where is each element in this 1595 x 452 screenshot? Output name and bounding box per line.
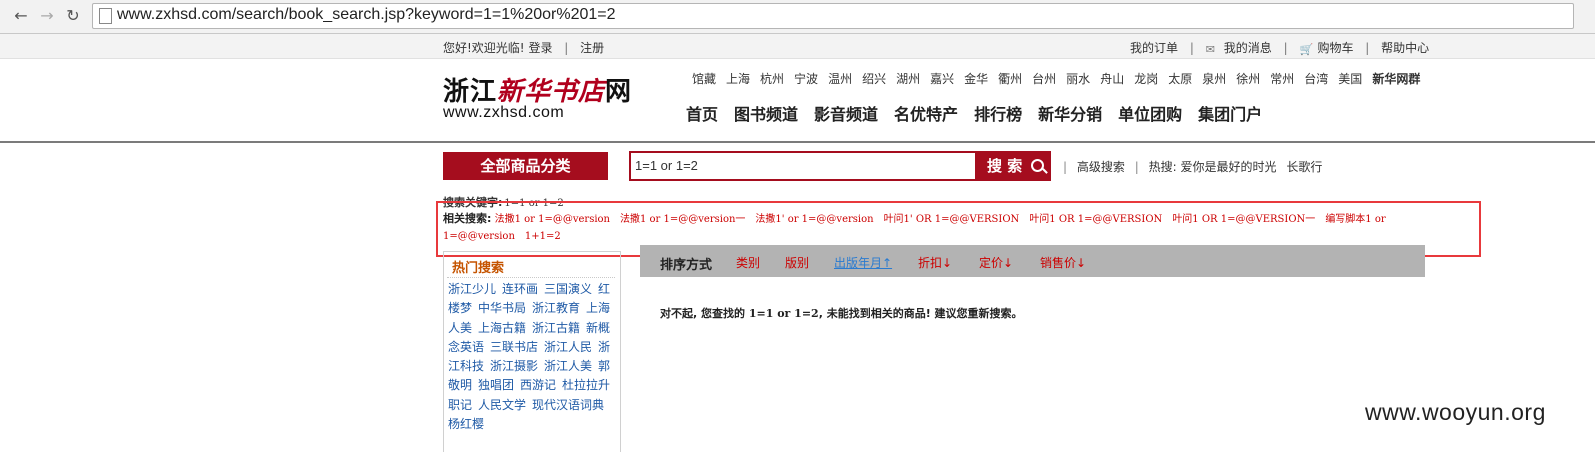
help-center-link[interactable]: 帮助中心 xyxy=(1381,41,1429,55)
nav-item[interactable]: 影音频道 xyxy=(814,105,878,124)
city-link[interactable]: 徐州 xyxy=(1236,72,1260,86)
search-button-label: 搜 索 xyxy=(987,157,1023,175)
sort-publish-date[interactable]: 出版年月↑ xyxy=(834,254,892,271)
hot-search-link[interactable]: 连环画 xyxy=(502,282,538,296)
hot-search-label: 热搜: xyxy=(1148,160,1177,174)
sort-title: 排序方式 xyxy=(660,258,713,273)
city-link[interactable]: 太原 xyxy=(1168,72,1192,86)
nav-item[interactable]: 新华分销 xyxy=(1038,105,1102,124)
hot-search-link[interactable]: 三国演义 xyxy=(544,282,592,296)
separator: | xyxy=(1365,41,1370,55)
separator: | xyxy=(1189,41,1194,55)
hot-search-link[interactable]: 现代汉语词典 xyxy=(532,398,604,412)
greeting-text: 您好!欢迎光临! xyxy=(443,41,525,55)
city-link[interactable]: 美国 xyxy=(1338,72,1362,86)
forward-arrow-icon[interactable]: → xyxy=(36,6,58,26)
hot-search-link[interactable]: 杨红樱 xyxy=(448,417,484,431)
all-categories-button[interactable]: 全部商品分类 xyxy=(443,152,608,180)
city-link[interactable]: 台湾 xyxy=(1304,72,1328,86)
divider xyxy=(447,277,615,278)
hot-search-title: 热门搜索 xyxy=(452,261,505,276)
reload-icon[interactable]: ↻ xyxy=(62,6,84,26)
logo-chinese: 浙江新华书店网 xyxy=(443,77,633,107)
city-link[interactable]: 馆藏 xyxy=(692,72,716,86)
page-icon xyxy=(99,8,112,24)
search-input[interactable]: 1=1 or 1=2 xyxy=(629,151,978,181)
hot-search-panel: 热门搜索 浙江少儿 连环画 三国演义 红楼梦 中华书局 浙江教育 上海人美 上海古籍 浙江古籍新… xyxy=(443,251,621,452)
login-link[interactable]: 登录 xyxy=(528,41,552,55)
hot-search-term[interactable]: 长歌行 xyxy=(1286,160,1322,174)
separator: | xyxy=(1283,41,1288,55)
sort-discount[interactable]: 折扣↓ xyxy=(918,254,952,271)
hot-search-term[interactable]: 爱你是最好的时光 xyxy=(1180,160,1276,174)
main-nav: 首页 图书频道 影音频道 名优特产 排行榜 新华分销 单位团购 集团门户 xyxy=(686,101,1278,125)
hot-search-link[interactable]: 浙江少儿 xyxy=(448,282,496,296)
sort-sale-price[interactable]: 销售价↓ xyxy=(1040,254,1086,271)
city-link[interactable]: 常州 xyxy=(1270,72,1294,86)
sort-category[interactable]: 类别 xyxy=(736,254,760,271)
city-link[interactable]: 嘉兴 xyxy=(930,72,954,86)
city-link[interactable]: 泉州 xyxy=(1202,72,1226,86)
hot-search-link[interactable]: 独唱团 xyxy=(478,378,514,392)
city-link[interactable]: 丽水 xyxy=(1066,72,1090,86)
city-link[interactable]: 湖州 xyxy=(896,72,920,86)
nav-item[interactable]: 图书频道 xyxy=(734,105,798,124)
nav-item[interactable]: 名优特产 xyxy=(894,105,958,124)
hot-search-links: 浙江少儿 连环画 三国演义 红楼梦 中华书局 浙江教育 上海人美 上海古籍 浙江古籍 新概念英语三… xyxy=(448,280,616,434)
city-link[interactable]: 衢州 xyxy=(998,72,1022,86)
city-link[interactable]: 舟山 xyxy=(1100,72,1124,86)
sort-price[interactable]: 定价↓ xyxy=(979,254,1013,271)
watermark: www.wooyun.org xyxy=(1365,399,1546,425)
city-link[interactable]: 龙岗 xyxy=(1134,72,1158,86)
no-result-query: 1=1 or 1=2 xyxy=(748,307,819,320)
city-link[interactable]: 上海 xyxy=(726,72,750,86)
city-link[interactable]: 温州 xyxy=(828,72,852,86)
city-link[interactable]: 金华 xyxy=(964,72,988,86)
city-link[interactable]: 台州 xyxy=(1032,72,1056,86)
hot-search-link[interactable]: 西游记 xyxy=(520,378,556,392)
search-extras: | 高级搜索 | 热搜: 爱你是最好的时光 长歌行 xyxy=(1063,160,1323,174)
search-button[interactable]: 搜 索 xyxy=(975,151,1051,181)
site-logo[interactable]: 浙江新华书店网 www.zxhsd.com xyxy=(443,78,643,122)
city-link[interactable]: 绍兴 xyxy=(862,72,886,86)
nav-item[interactable]: 集团门户 xyxy=(1198,105,1262,124)
hot-search-link[interactable]: 浙江人民 xyxy=(544,340,592,354)
hot-search-link[interactable]: 浙江教育 xyxy=(532,301,580,315)
separator: | xyxy=(564,41,569,55)
city-links: 馆藏 上海 杭州 宁波 温州 绍兴 湖州 嘉兴 金华 衢州 台州 丽水 舟山 龙岗 太原 泉州 徐州 常州 台湾 美国… xyxy=(692,70,1430,87)
sort-publisher[interactable]: 版别 xyxy=(785,254,809,271)
nav-item[interactable]: 排行榜 xyxy=(974,105,1022,124)
nav-item[interactable]: 单位团购 xyxy=(1118,105,1182,124)
my-messages-link[interactable]: 我的消息 xyxy=(1224,41,1272,55)
hot-search-link[interactable]: 中华书局 xyxy=(478,301,526,315)
no-result-message: 对不起, 您查找的 1=1 or 1=2, 未能找到相关的商品! 建议您重新搜索… xyxy=(660,307,1023,320)
register-link[interactable]: 注册 xyxy=(580,41,604,55)
hot-search-link[interactable]: 上海古籍 xyxy=(478,321,526,335)
hot-search-link[interactable]: 浙江摄影 xyxy=(490,359,538,373)
browser-toolbar: ← → ↻ www.zxhsd.com/search/book_search.j… xyxy=(0,0,1595,34)
url-text[interactable]: www.zxhsd.com/search/book_search.jsp?key… xyxy=(117,6,616,24)
top-link-bar: 您好!欢迎光临! 登录 | 注册 我的订单 | ✉ 我的消息 | 🛒 购物车 | 帮… xyxy=(0,34,1595,59)
city-link[interactable]: 杭州 xyxy=(760,72,784,86)
city-link-network[interactable]: 新华网群 xyxy=(1372,72,1420,86)
address-bar[interactable]: www.zxhsd.com/search/book_search.jsp?key… xyxy=(92,3,1574,29)
advanced-search-link[interactable]: 高级搜索 xyxy=(1077,160,1125,174)
hot-search-link[interactable]: 浙江古籍 xyxy=(532,321,580,335)
nav-item[interactable]: 首页 xyxy=(686,105,718,124)
city-link[interactable]: 宁波 xyxy=(794,72,818,86)
back-arrow-icon[interactable]: ← xyxy=(10,6,32,26)
hot-search-link[interactable]: 人民文学 xyxy=(478,398,526,412)
logo-domain: www.zxhsd.com xyxy=(443,104,565,121)
cart-link[interactable]: 购物车 xyxy=(1317,41,1353,55)
header-divider xyxy=(0,141,1595,143)
envelope-icon: ✉ xyxy=(1205,43,1215,56)
hot-search-link[interactable]: 浙江人美 xyxy=(544,359,592,373)
my-orders-link[interactable]: 我的订单 xyxy=(1130,41,1178,55)
sort-bar: 排序方式 类别 版别 出版年月↑ 折扣↓ 定价↓ 销售价↓ xyxy=(640,245,1425,277)
search-icon xyxy=(1031,159,1044,172)
hot-search-link[interactable]: 三联书店 xyxy=(490,340,538,354)
cart-icon: 🛒 xyxy=(1299,43,1314,56)
